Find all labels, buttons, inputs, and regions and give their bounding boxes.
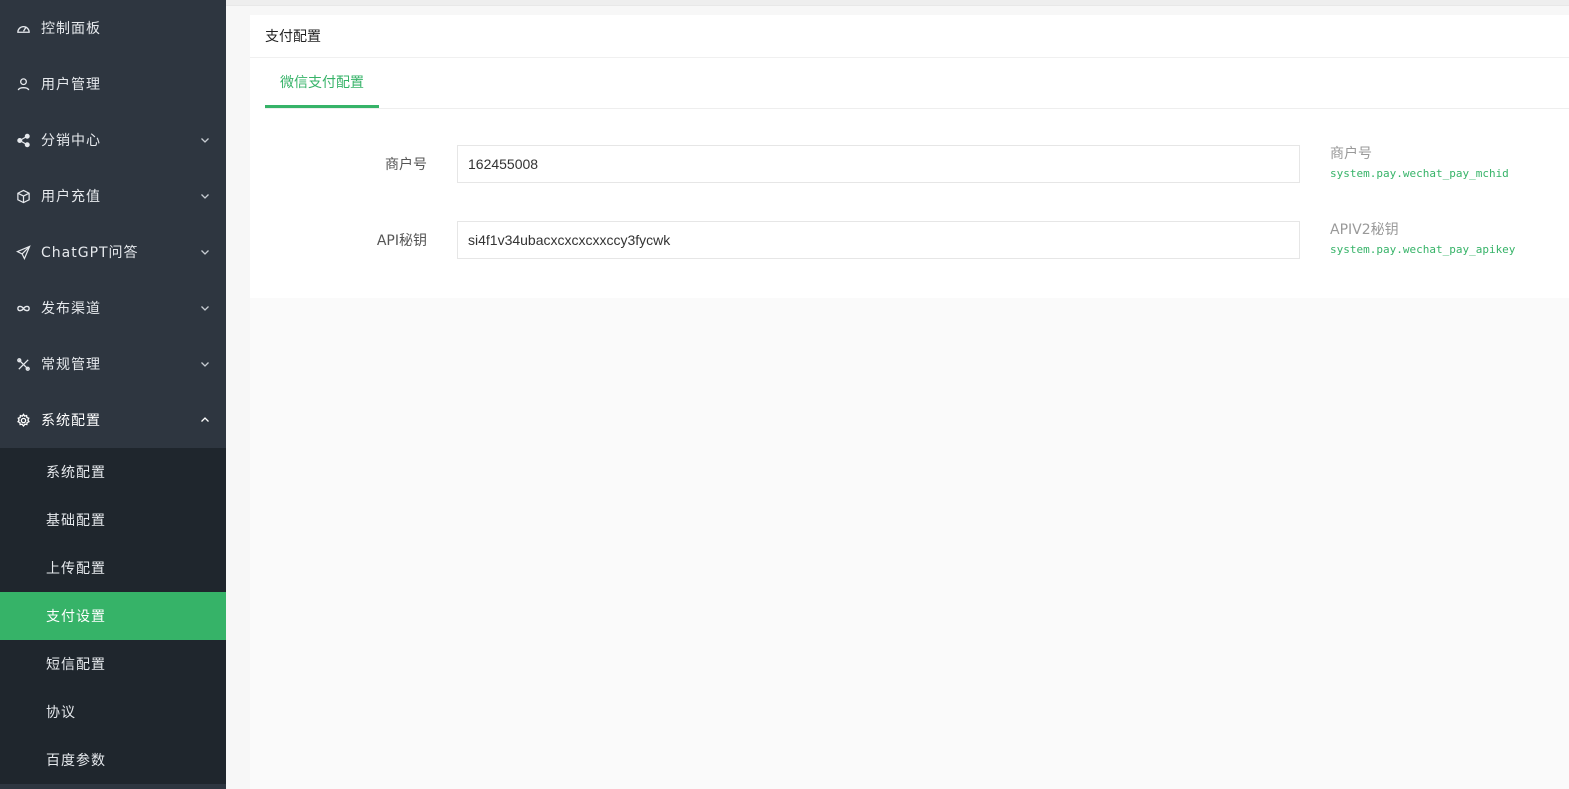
sidebar-item-system-config[interactable]: 系统配置 [0,392,226,448]
submenu-item-system-config[interactable]: 系统配置 [0,448,226,496]
form-row-mchid: 商户号 商户号 system.pay.wechat_pay_mchid [265,126,1569,202]
apikey-input[interactable] [457,221,1300,259]
mchid-help-title: 商户号 [1330,146,1372,162]
send-icon [16,244,31,260]
chevron-down-icon [200,191,210,201]
card-title: 支付配置 [250,15,1569,58]
chevron-down-icon [200,247,210,257]
apikey-help-title: APIV2秘钥 [1330,222,1399,238]
tools-icon [16,357,31,372]
sidebar-item-users[interactable]: 用户管理 [0,56,226,112]
mchid-input[interactable] [457,145,1300,183]
card-body: 微信支付配置 商户号 商户号 system.pay.wechat_pay_mch… [250,58,1569,298]
submenu-item-agreement[interactable]: 协议 [0,688,226,736]
submenu-item-sms-config[interactable]: 短信配置 [0,640,226,688]
form-row-apikey: API秘钥 APIV2秘钥 system.pay.wechat_pay_apik… [265,202,1569,278]
system-config-submenu: 系统配置 基础配置 上传配置 支付设置 短信配置 协议 百度参数 [0,448,226,784]
sidebar-item-channels[interactable]: 发布渠道 [0,280,226,336]
chevron-up-icon [200,415,210,425]
share-icon [16,133,31,148]
sidebar-item-label: 控制面板 [41,21,101,37]
sidebar-item-label: 用户充值 [41,189,101,205]
main-content: 支付配置 微信支付配置 商户号 商户号 system.pay.wechat_pa… [226,0,1569,789]
sidebar-item-label: ChatGPT问答 [41,245,139,261]
app-root: 控制面板 用户管理 分销中心 用户充值 ChatGPT问答 发布渠道 常规管理 … [0,0,1569,789]
tab-wechat-pay-config[interactable]: 微信支付配置 [265,58,379,108]
mchid-help: 商户号 system.pay.wechat_pay_mchid [1330,144,1509,184]
sidebar-item-distribution[interactable]: 分销中心 [0,112,226,168]
top-strip [226,0,1569,6]
user-icon [16,77,31,92]
sidebar-item-label: 系统配置 [41,413,101,429]
mchid-help-key: system.pay.wechat_pay_mchid [1330,167,1509,180]
cube-icon [16,189,31,204]
payment-config-card: 支付配置 微信支付配置 商户号 商户号 system.pay.wechat_pa… [250,15,1569,298]
payment-form: 商户号 商户号 system.pay.wechat_pay_mchid API秘… [265,126,1569,298]
sidebar-item-label: 常规管理 [41,357,101,373]
sidebar-item-label: 发布渠道 [41,301,101,317]
page-background [250,282,1569,789]
submenu-item-payment-settings[interactable]: 支付设置 [0,592,226,640]
tab-bar: 微信支付配置 [265,58,1569,109]
submenu-item-upload-config[interactable]: 上传配置 [0,544,226,592]
dashboard-icon [16,21,31,36]
submenu-item-baidu-params[interactable]: 百度参数 [0,736,226,784]
gear-icon [16,412,31,428]
sidebar-item-dashboard[interactable]: 控制面板 [0,0,226,56]
apikey-help-key: system.pay.wechat_pay_apikey [1330,243,1516,256]
sidebar-item-recharge[interactable]: 用户充值 [0,168,226,224]
chevron-down-icon [200,135,210,145]
sidebar: 控制面板 用户管理 分销中心 用户充值 ChatGPT问答 发布渠道 常规管理 … [0,0,226,789]
infinity-icon [16,301,31,316]
apikey-help: APIV2秘钥 system.pay.wechat_pay_apikey [1330,220,1515,260]
chevron-down-icon [200,303,210,313]
mchid-label: 商户号 [385,157,427,173]
submenu-item-basic-config[interactable]: 基础配置 [0,496,226,544]
sidebar-item-chatgpt[interactable]: ChatGPT问答 [0,224,226,280]
sidebar-item-label: 用户管理 [41,77,101,93]
apikey-label: API秘钥 [376,233,427,249]
chevron-down-icon [200,359,210,369]
sidebar-item-label: 分销中心 [41,133,101,149]
sidebar-item-general[interactable]: 常规管理 [0,336,226,392]
